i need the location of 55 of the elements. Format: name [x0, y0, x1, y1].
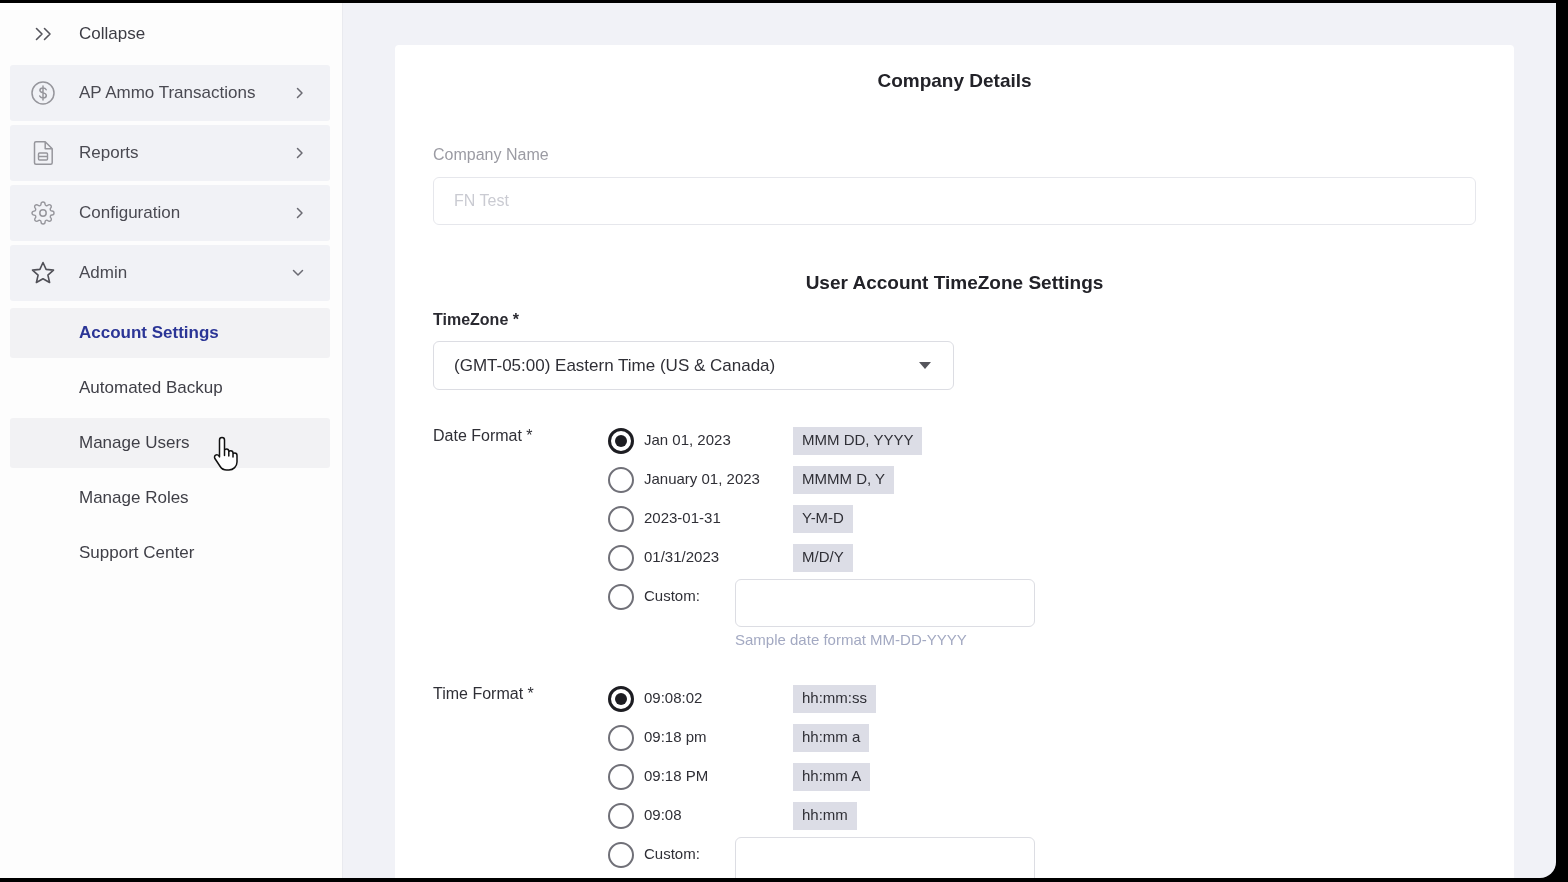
- format-pattern-tag: Y-M-D: [793, 504, 853, 533]
- section-title: Company Details: [877, 69, 1032, 93]
- radio-button[interactable]: [608, 841, 634, 868]
- field-label: TimeZone *: [433, 310, 519, 330]
- option-label: 01/31/2023: [644, 547, 721, 568]
- gear-icon: [31, 201, 55, 225]
- caret-down-icon: [919, 362, 931, 369]
- sidebar-menu-item[interactable]: Reports: [10, 125, 330, 181]
- option-label: 09:08: [644, 805, 683, 826]
- format-pattern-tag: hh:mm: [793, 801, 857, 830]
- radio-button[interactable]: [608, 544, 634, 571]
- format-pattern-tag: MMM DD, YYYY: [793, 426, 923, 455]
- sidebar-menu-item[interactable]: Admin: [10, 245, 330, 301]
- format-pattern-tag: M/D/Y: [793, 543, 853, 572]
- custom-format-field[interactable]: [735, 579, 1035, 627]
- radio-button[interactable]: [608, 724, 634, 751]
- hint-text: Sample date format MM-DD-YYYY: [735, 631, 968, 649]
- option-label: Custom:: [644, 586, 701, 607]
- collapse-button[interactable]: Collapse: [35, 21, 146, 47]
- option-label: 2023-01-31: [644, 508, 722, 529]
- sidebar-menu-item[interactable]: AP Ammo Transactions: [10, 65, 330, 121]
- radio-button[interactable]: [608, 685, 634, 712]
- field-label: Company Name: [433, 146, 549, 164]
- option-label: Custom:: [644, 844, 701, 865]
- format-pattern-tag: hh:mm a: [793, 723, 870, 752]
- radio-button[interactable]: [608, 802, 634, 829]
- sidebar-submenu-item[interactable]: Automated Backup: [10, 363, 330, 413]
- option-label: Jan 01, 2023: [644, 430, 732, 451]
- radio-button[interactable]: [608, 427, 634, 454]
- option-label: 09:18 PM: [644, 766, 710, 787]
- timezone-select[interactable]: (GMT-05:00) Eastern Time (US & Canada): [433, 341, 954, 390]
- format-pattern-tag: hh:mm A: [793, 762, 871, 791]
- radio-button[interactable]: [608, 583, 634, 610]
- radio-button[interactable]: [608, 505, 634, 532]
- double-chevron-right-icon: [35, 27, 53, 41]
- option-label: 09:08:02: [644, 688, 704, 709]
- star-icon: [31, 261, 55, 285]
- radio-button[interactable]: [608, 466, 634, 493]
- sidebar-submenu-item[interactable]: Account Settings: [10, 308, 330, 358]
- option-label: January 01, 2023: [644, 469, 761, 490]
- sidebar-menu-item[interactable]: Configuration: [10, 185, 330, 241]
- field-label: Time Format *: [433, 685, 534, 702]
- document-icon: [33, 141, 53, 165]
- radio-button[interactable]: [608, 763, 634, 790]
- sidebar-submenu-item[interactable]: Manage Users: [10, 418, 330, 468]
- option-label: 09:18 pm: [644, 727, 708, 748]
- field-label: Date Format *: [433, 427, 533, 444]
- dollar-circle-icon: [31, 81, 55, 105]
- sidebar-submenu-item[interactable]: Manage Roles: [10, 473, 330, 523]
- custom-format-field[interactable]: [735, 837, 1035, 878]
- format-pattern-tag: hh:mm:ss: [793, 684, 876, 713]
- sidebar-submenu-item[interactable]: Support Center: [10, 528, 330, 578]
- format-pattern-tag: MMMM D, Y: [793, 465, 895, 494]
- hand-pointer-cursor-icon: [213, 436, 239, 471]
- section-title: User Account TimeZone Settings: [805, 271, 1104, 295]
